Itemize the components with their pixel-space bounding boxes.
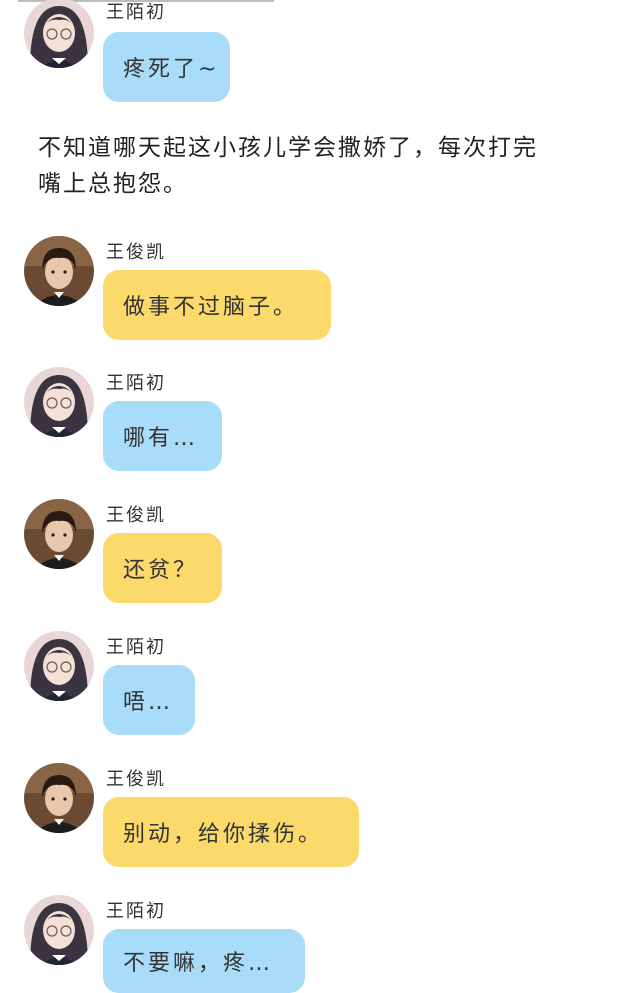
girl-avatar-icon[interactable] bbox=[24, 0, 94, 68]
girl-avatar-icon[interactable] bbox=[24, 631, 94, 701]
boy-avatar-icon[interactable] bbox=[24, 236, 94, 306]
message-bubble: 做事不过脑子。 bbox=[103, 270, 331, 340]
message-text: 不要嘛，疼… bbox=[123, 951, 274, 976]
girl-avatar-icon[interactable] bbox=[24, 895, 94, 965]
message-bubble: 疼死了~ bbox=[103, 32, 230, 102]
sender-name: 王俊凯 bbox=[106, 242, 166, 263]
message-bubble: 还贫？ bbox=[103, 533, 222, 603]
message-bubble: 不要嘛，疼… bbox=[103, 929, 305, 993]
message-text: 还贫？ bbox=[123, 558, 199, 583]
message-text: 哪有… bbox=[123, 426, 199, 451]
boy-avatar-icon[interactable] bbox=[24, 499, 94, 569]
message-text: 疼死了~ bbox=[123, 57, 220, 82]
narration-line: 嘴上总抱怨。 bbox=[38, 171, 188, 197]
sender-name: 王陌初 bbox=[106, 901, 166, 922]
message-text: 做事不过脑子。 bbox=[123, 295, 299, 320]
sender-name: 王陌初 bbox=[106, 373, 166, 394]
message-bubble: 哪有… bbox=[103, 401, 222, 471]
sender-name: 王陌初 bbox=[106, 2, 166, 23]
sender-name: 王陌初 bbox=[106, 637, 166, 658]
message-bubble: 唔… bbox=[103, 665, 195, 735]
message-text: 别动，给你揉伤。 bbox=[123, 822, 324, 847]
narration-text: 不知道哪天起这小孩儿学会撒娇了，每次打完 嘴上总抱怨。 bbox=[38, 130, 608, 202]
message-bubble: 别动，给你揉伤。 bbox=[103, 797, 359, 867]
narration-line: 不知道哪天起这小孩儿学会撒娇了，每次打完 bbox=[38, 135, 538, 161]
sender-name: 王俊凯 bbox=[106, 505, 166, 526]
boy-avatar-icon[interactable] bbox=[24, 763, 94, 833]
girl-avatar-icon[interactable] bbox=[24, 367, 94, 437]
sender-name: 王俊凯 bbox=[106, 769, 166, 790]
message-text: 唔… bbox=[123, 690, 174, 715]
